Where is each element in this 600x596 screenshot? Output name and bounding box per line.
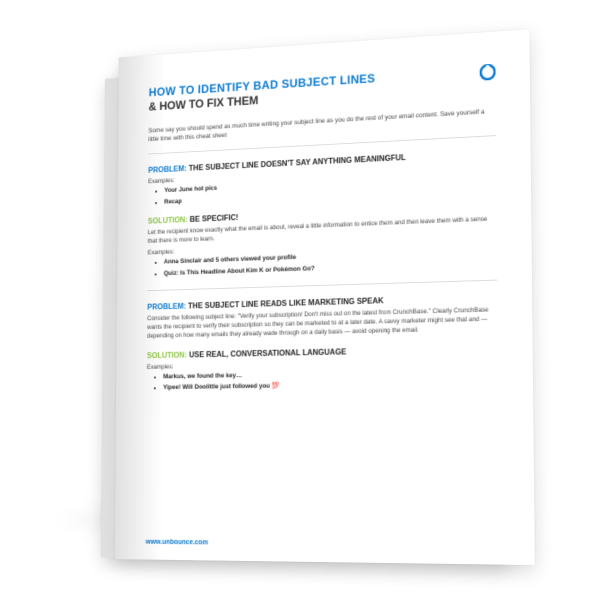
solution-heading-2: USE REAL, CONVERSATIONAL LANGUAGE bbox=[189, 347, 346, 359]
section-1: PROBLEM: THE SUBJECT LINE DOESN'T SAY AN… bbox=[147, 149, 497, 279]
front-page: HOW TO IDENTIFY BAD SUBJECT LINES & HOW … bbox=[115, 29, 535, 565]
footer-url: www.unbounce.com bbox=[146, 539, 208, 547]
list-item: Yipee! Will Doolittle just followed you … bbox=[163, 379, 498, 392]
problem-body-2: Consider the following subject line: "Ve… bbox=[147, 305, 498, 341]
unbounce-logo-icon bbox=[480, 64, 496, 81]
solution-label: SOLUTION: bbox=[147, 350, 187, 360]
section-2: PROBLEM: THE SUBJECT LINE READS LIKE MAR… bbox=[147, 293, 499, 393]
header: HOW TO IDENTIFY BAD SUBJECT LINES & HOW … bbox=[149, 64, 496, 114]
solution-label: SOLUTION: bbox=[148, 215, 188, 225]
solution-heading-1: BE SPECIFIC! bbox=[190, 213, 239, 224]
problem-label: PROBLEM: bbox=[148, 164, 187, 175]
problem-label: PROBLEM: bbox=[147, 302, 186, 312]
solution-examples-2: Markus, we found the key… Yipee! Will Do… bbox=[147, 368, 499, 393]
divider bbox=[147, 280, 497, 292]
page-title: HOW TO IDENTIFY BAD SUBJECT LINES & HOW … bbox=[149, 71, 376, 113]
document-mockup: HO & H PRO THE SOL The su Instea patter … bbox=[0, 0, 600, 596]
